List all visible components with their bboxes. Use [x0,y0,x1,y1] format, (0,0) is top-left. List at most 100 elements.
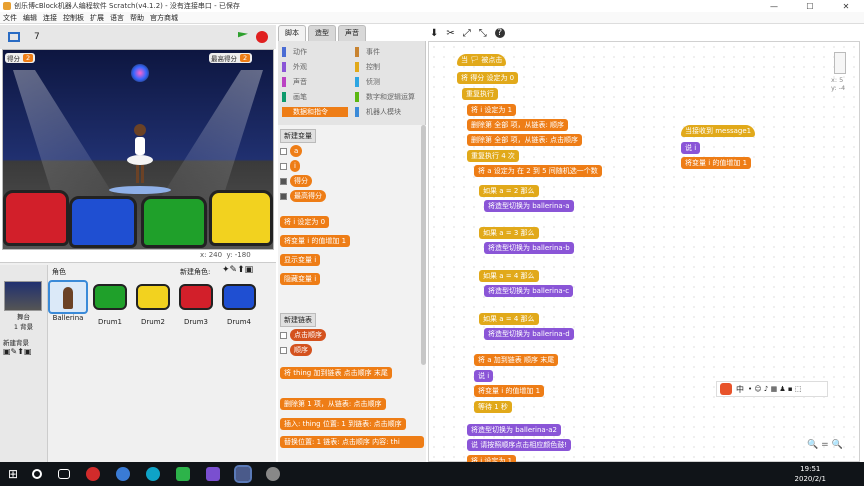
new-list-button[interactable]: 新建链表 [280,313,316,327]
category-6[interactable]: 画笔 [282,92,307,102]
tab-costumes[interactable]: 造型 [308,25,336,41]
scratch-app-icon[interactable] [234,465,253,483]
menu-file[interactable]: 文件 [3,13,17,23]
menu-store[interactable]: 官方商城 [150,13,178,23]
list-delete-block[interactable]: 删除第 1 项，从链表: 点击顺序 [280,398,386,410]
app-purple-icon[interactable] [206,467,221,481]
script-block[interactable]: 如果 a = 2 那么 [479,185,539,197]
drum-yellow[interactable] [209,190,273,246]
script-block[interactable]: 将 a 设定为 在 2 到 5 间随机选一个数 [474,165,602,177]
sprite-drum4[interactable]: Drum4 [219,280,259,326]
close-button[interactable]: ✕ [828,0,864,12]
minimize-button[interactable]: — [756,0,792,12]
menu-language[interactable]: 语言 [110,13,124,23]
hide-var-block[interactable]: 隐藏变量 i [280,273,321,285]
variable-checkbox[interactable] [280,177,287,185]
palette-scrollbar[interactable] [421,125,426,365]
new-sprite-icons[interactable]: ✦✎⬆▣ [222,265,253,275]
script-block[interactable]: 重复执行 [462,88,498,100]
category-2[interactable]: 外观 [282,62,307,72]
tab-scripts[interactable]: 脚本 [278,25,306,41]
duplicate-icon[interactable]: ⬇ [430,28,438,39]
fullscreen-icon[interactable] [8,32,20,42]
variable-checkbox[interactable] [280,192,287,200]
sprite-drum3[interactable]: Drum3 [176,280,216,326]
script-block[interactable]: 等待 1 秒 [474,401,512,413]
app-red-icon[interactable] [86,467,101,481]
variable-reporter[interactable]: 得分 [290,175,312,187]
script-block[interactable]: 删除第 全部 项，从链表: 顺序 [467,119,569,131]
menu-help[interactable]: 帮助 [130,13,144,23]
category-4[interactable]: 声音 [282,77,307,87]
side-script-block[interactable]: 将变量 i 的值增加 1 [681,157,752,169]
new-variable-button[interactable]: 新建变量 [280,129,316,143]
variable-reporter[interactable]: a [290,145,303,157]
zoom-controls[interactable]: 🔍 = 🔍 [807,440,843,450]
task-view-icon[interactable] [58,469,71,479]
script-block[interactable]: 重复执行 4 次 [467,150,519,162]
side-script-block[interactable]: 当接收到 message1 [681,125,756,137]
menu-board[interactable]: 控制板 [63,13,84,23]
set-var-block[interactable]: 将 i 设定为 0 [280,216,330,228]
stage-thumbnail[interactable] [4,281,42,311]
list-checkbox[interactable] [280,331,287,339]
menu-edit[interactable]: 编辑 [23,13,37,23]
sprite-drum2[interactable]: Drum2 [133,280,173,326]
script-block[interactable]: 当 🏳 被点击 [457,54,507,66]
shrink-icon[interactable]: ⤡ [479,28,487,39]
list-reporter[interactable]: 顺序 [290,344,312,356]
green-flag-icon[interactable] [238,32,248,38]
app-pen-icon[interactable] [266,467,281,481]
grow-icon[interactable]: ⤢ [463,28,471,39]
script-block[interactable]: 将 得分 设定为 0 [457,72,519,84]
variable-row[interactable]: 最高得分 [280,190,326,202]
category-7[interactable]: 数字和逻辑运算 [355,92,415,102]
stage-thumbnail-panel[interactable]: 舞台 1 背景 新建背景 ▣✎⬆▣ [0,265,48,462]
variable-row[interactable]: a [280,145,303,157]
script-block[interactable]: 如果 a = 4 那么 [479,270,539,282]
menu-extensions[interactable]: 扩展 [90,13,104,23]
app-blue-icon[interactable] [116,467,131,481]
ballerina-sprite[interactable] [127,124,153,186]
windows-start-icon[interactable]: ⊞ [8,467,18,481]
list-checkbox[interactable] [280,346,287,354]
script-block[interactable]: 说 i [474,370,494,382]
script-block[interactable]: 将 a 加到链表 顺序 末尾 [474,354,559,366]
sprite-drum1[interactable]: Drum1 [90,280,130,326]
script-block[interactable]: 将造型切换为 ballerina-a2 [467,424,561,436]
category-5[interactable]: 侦测 [355,77,380,87]
script-area[interactable]: 当 🏳 被点击将 得分 设定为 0 重复执行将 i 设定为 1 删除第 全部 项，从… [428,41,860,467]
script-block[interactable]: 说 请按照顺序点击相应颜色鼓! [467,439,572,451]
show-var-block[interactable]: 显示变量 i [280,254,321,266]
ime-toolbar[interactable]: 中 • ☺ ♪ ▦ ♟ ▪ ⬚ [716,381,828,397]
variable-reporter[interactable]: 最高得分 [290,190,326,202]
tab-sounds[interactable]: 声音 [338,25,366,41]
ime-icons[interactable]: • ☺ ♪ ▦ ♟ ▪ ⬚ [748,385,802,393]
change-var-block[interactable]: 将变量 i 的值增加 1 [280,235,351,247]
list-insert-block[interactable]: 插入: thing 位置: 1 到链表: 点击顺序 [280,418,406,430]
search-icon[interactable] [32,469,43,479]
variable-row[interactable]: 得分 [280,175,312,187]
drum-red[interactable] [3,190,69,246]
category-0[interactable]: 动作 [282,47,307,57]
variable-reporter[interactable]: i [290,160,300,172]
script-block[interactable]: 如果 a = 4 那么 [479,313,539,325]
variable-checkbox[interactable] [280,147,287,155]
script-block[interactable]: 将造型切换为 ballerina-a [484,200,574,212]
help-icon[interactable]: ? [494,28,505,38]
new-backdrop-icons[interactable]: ▣✎⬆▣ [3,347,47,356]
category-1[interactable]: 事件 [355,47,380,57]
delete-icon[interactable]: ✂ [446,28,454,39]
script-block[interactable]: 删除第 全部 项，从链表: 点击顺序 [467,134,583,146]
stop-icon[interactable] [256,31,268,43]
list-row[interactable]: 顺序 [280,344,312,356]
script-block[interactable]: 将 i 设定为 1 [467,104,517,116]
script-block[interactable]: 将造型切换为 ballerina-c [484,285,574,297]
list-reporter[interactable]: 点击顺序 [290,329,326,341]
sprite-ballerina[interactable]: Ballerina [48,280,88,326]
script-block[interactable]: 如果 a = 3 那么 [479,227,539,239]
list-row[interactable]: 点击顺序 [280,329,326,341]
maximize-button[interactable]: ☐ [792,0,828,12]
script-block[interactable]: 将变量 i 的值增加 1 [474,385,545,397]
stage[interactable]: 得分 2 最高得分 2 [2,49,274,250]
